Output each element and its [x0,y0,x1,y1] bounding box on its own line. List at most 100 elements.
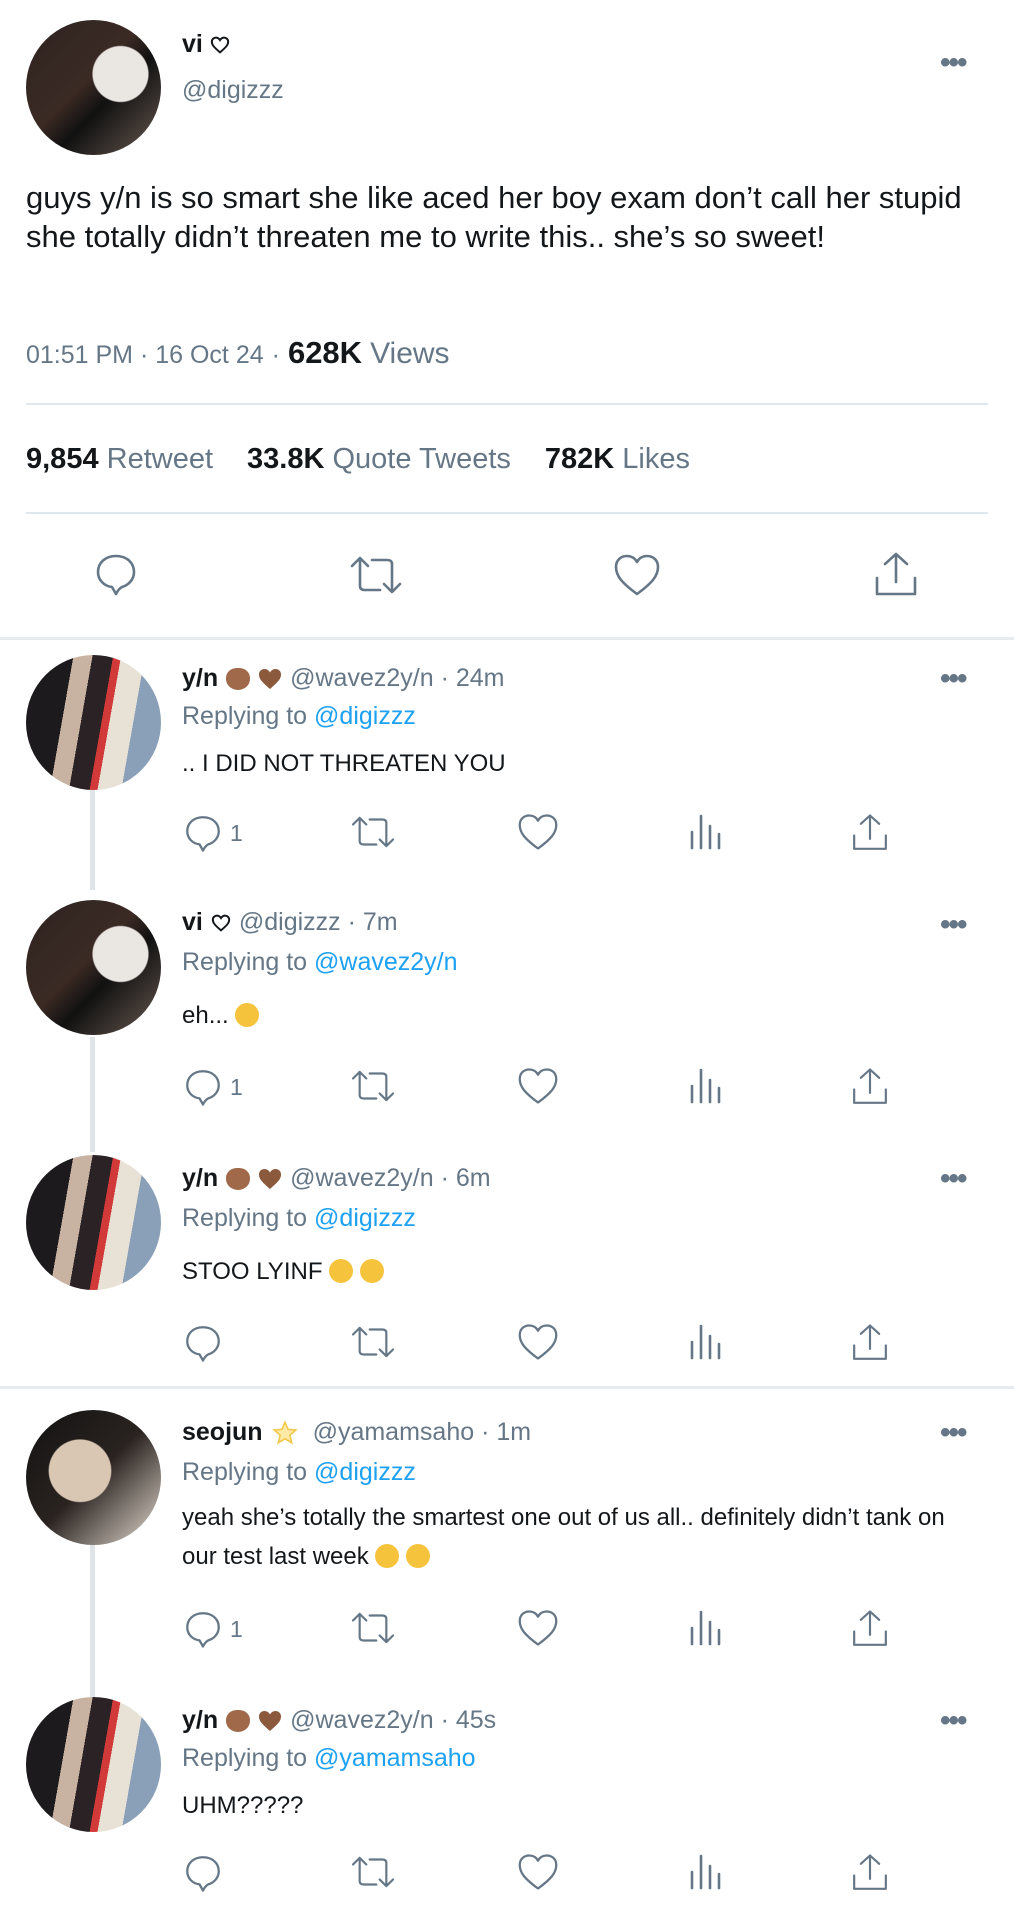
avatar[interactable] [26,1697,161,1832]
crying-face-emoji-icon [329,1259,354,1283]
like-button[interactable] [516,1066,560,1106]
retweets-stat[interactable]: 9,854 Retweet [26,443,213,476]
reply-handle-time[interactable]: @wavez2y/n · 24m [290,664,504,693]
like-button[interactable] [516,1608,560,1648]
analytics-button[interactable] [688,1322,724,1362]
brown-heart-emoji-icon [258,1168,282,1190]
replying-to-link[interactable]: @digizzz [314,1458,416,1486]
reply-author-name[interactable]: vi [182,908,203,937]
like-button[interactable] [516,1852,560,1892]
thread-line [90,785,95,890]
quotes-label: Quote Tweets [332,443,511,475]
analytics-button[interactable] [688,812,724,852]
tweet-timestamp[interactable]: 01:51 PM · 16 Oct 24 [26,341,264,370]
reply-button[interactable]: 1 [182,1608,243,1650]
share-button[interactable] [850,1852,890,1894]
reply-author-name[interactable]: y/n [182,1164,218,1193]
likes-label: Likes [622,443,690,475]
retweet-button[interactable] [348,1608,398,1648]
reply-actions [182,1852,902,1896]
more-options-icon[interactable]: ••• [940,1706,967,1736]
likes-stat[interactable]: 782K Likes [545,443,690,476]
reply-handle-time[interactable]: @wavez2y/n · 6m [290,1164,490,1193]
reply-button[interactable]: 1 [182,812,243,854]
like-icon [516,812,560,852]
more-options-icon[interactable]: ••• [940,1418,967,1448]
quotes-stat[interactable]: 33.8K Quote Tweets [247,443,511,476]
crying-face-emoji-icon [359,1259,384,1283]
retweet-button[interactable] [348,1066,398,1106]
like-icon [516,1066,560,1106]
reply-icon[interactable] [92,550,140,598]
like-icon [516,1852,560,1892]
replying-to-link[interactable]: @digizzz [314,1204,416,1232]
divider [26,403,988,405]
avatar[interactable] [26,1155,161,1290]
replying-to: Replying to @digizzz [182,1204,416,1233]
reply-icon [182,1608,224,1650]
more-options-icon[interactable]: ••• [940,664,967,694]
brown-heart-emoji-icon [258,668,282,690]
share-icon [850,1322,890,1364]
reply-icon [182,812,224,854]
avatar[interactable] [26,655,161,790]
retweets-label: Retweet [106,443,214,475]
reply-button[interactable] [182,1852,230,1894]
more-options-icon[interactable]: ••• [940,910,967,940]
share-icon [850,812,890,854]
author-handle[interactable]: @digizzz [182,76,284,105]
share-button[interactable] [850,1322,890,1364]
retweet-button[interactable] [348,1852,398,1892]
retweet-button[interactable] [348,1322,398,1362]
analytics-button[interactable] [688,1066,724,1106]
replying-to-link[interactable]: @wavez2y/n [314,948,458,976]
reply-text: UHM????? [182,1792,304,1819]
share-icon[interactable] [872,550,920,600]
analytics-icon [688,1852,724,1892]
reply-header: y/n @wavez2y/n · 6m [182,1164,491,1193]
like-button[interactable] [516,812,560,852]
reply-handle-time[interactable]: @wavez2y/n · 45s [290,1706,496,1735]
reply-icon [182,1066,224,1108]
reply-button[interactable]: 1 [182,1066,243,1108]
reply-handle-time[interactable]: @yamamsaho · 1m [313,1418,532,1447]
retweet-icon [348,1852,398,1892]
avatar[interactable] [26,900,161,1035]
share-button[interactable] [850,1066,890,1108]
section-divider [0,637,1014,640]
reply-button[interactable] [182,1322,230,1364]
replying-to-link[interactable]: @yamamsaho [314,1744,476,1772]
like-icon[interactable] [612,552,662,598]
replying-label: Replying to [182,1744,308,1772]
bear-emoji-icon [226,1709,251,1732]
section-divider [0,1386,1014,1389]
like-icon [516,1322,560,1362]
reply-author-name[interactable]: seojun [182,1418,263,1447]
analytics-button[interactable] [688,1852,724,1892]
share-button[interactable] [850,1608,890,1650]
reply-header: y/n @wavez2y/n · 24m [182,664,504,693]
retweet-icon[interactable] [346,552,406,598]
more-options-icon[interactable]: ••• [940,48,967,78]
reply-author-name[interactable]: y/n [182,1706,218,1735]
reply-actions: 1 [182,812,902,856]
analytics-button[interactable] [688,1608,724,1648]
more-options-icon[interactable]: ••• [940,1164,967,1194]
quotes-count: 33.8K [247,443,325,475]
replying-to-link[interactable]: @digizzz [314,702,416,730]
author-name[interactable]: vi [182,30,230,59]
avatar[interactable] [26,1410,161,1545]
reply-author-name[interactable]: y/n [182,664,218,693]
avatar[interactable] [26,20,161,155]
heart-outline-icon [211,914,231,932]
retweet-button[interactable] [348,812,398,852]
like-button[interactable] [516,1322,560,1362]
reply-handle-time[interactable]: @digizzz · 7m [239,908,398,937]
author-name-text: vi [182,30,203,58]
thread-line [90,1545,95,1697]
replying-label: Replying to [182,702,308,730]
retweet-icon [348,1608,398,1648]
share-button[interactable] [850,812,890,854]
separator-dot: · [271,341,280,369]
analytics-icon [688,812,724,852]
